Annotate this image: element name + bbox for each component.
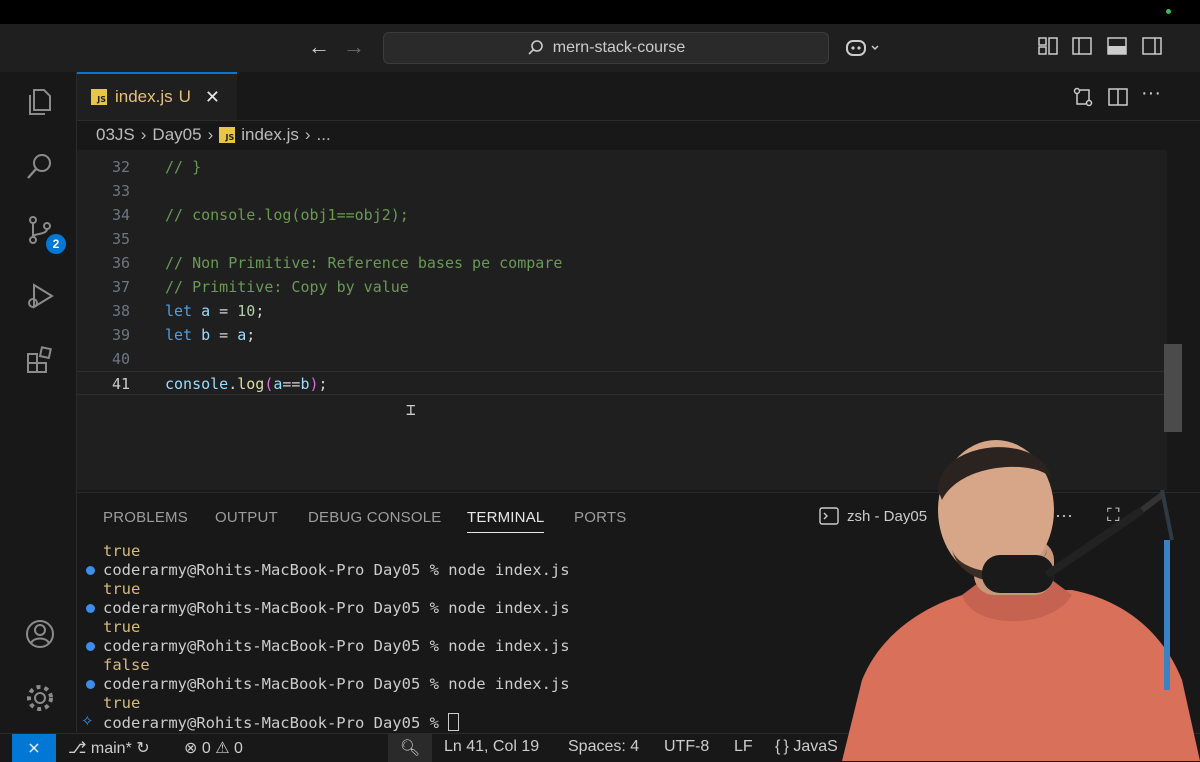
toggle-secondary-sidebar-icon[interactable]: [1141, 36, 1163, 56]
breadcrumb-symbol[interactable]: ...: [317, 125, 331, 145]
tab-ports[interactable]: PORTS: [574, 509, 626, 526]
command-decoration-dot[interactable]: [86, 604, 95, 613]
search-text: mern-stack-course: [552, 39, 686, 56]
terminal-prompt-line: coderarmy@Rohits-MacBook-Pro Day05 %: [103, 713, 460, 733]
warning-icon: ⚠: [215, 740, 230, 757]
terminal-output-line: true: [103, 694, 141, 712]
tab-status: U: [178, 87, 191, 106]
command-decoration-dot[interactable]: [86, 680, 95, 689]
terminal-command-line: coderarmy@Rohits-MacBook-Pro Day05 % nod…: [103, 637, 570, 655]
more-actions-icon[interactable]: ···: [1141, 82, 1161, 105]
terminal-icon: [819, 507, 839, 525]
command-decoration-dot[interactable]: [86, 566, 95, 575]
terminal-cursor: [448, 713, 460, 731]
activity-bar: 2: [0, 72, 77, 732]
terminal-output-line: true: [103, 580, 141, 598]
code-line: 35: [111, 230, 130, 248]
remote-icon: ⨯: [27, 740, 41, 757]
tab-problems[interactable]: PROBLEMS: [103, 509, 188, 526]
tab-index-js[interactable]: JS index.js U ✕: [77, 72, 237, 120]
recording-dot: [1166, 9, 1171, 14]
editor-tab-bar: JS index.js U ✕ ···: [77, 72, 1200, 121]
end-of-line[interactable]: LF: [734, 738, 753, 756]
arrow-left-icon[interactable]: ←: [308, 34, 330, 60]
close-icon[interactable]: ✕: [205, 87, 220, 108]
code-line: 39 let b = a;: [111, 326, 256, 344]
tab-debug-console[interactable]: DEBUG CONSOLE: [308, 509, 441, 526]
command-decoration-dot[interactable]: [86, 642, 95, 651]
breadcrumb-folder[interactable]: 03JS: [96, 125, 135, 145]
code-line: 40: [111, 350, 130, 368]
extensions-icon[interactable]: [24, 344, 56, 376]
arrow-right-icon[interactable]: →: [343, 34, 365, 60]
javascript-file-icon: JS: [219, 127, 236, 143]
terminal-command-line: coderarmy@Rohits-MacBook-Pro Day05 % nod…: [103, 599, 570, 617]
javascript-file-icon: JS: [91, 89, 107, 105]
toggle-panel-icon[interactable]: [1106, 36, 1128, 56]
branch-indicator[interactable]: ⎇ main* ↻: [68, 738, 150, 758]
title-bar: ← → mern-stack-course: [0, 24, 1200, 73]
sync-icon: ↻: [136, 740, 150, 757]
tab-label: index.js: [115, 87, 173, 106]
breadcrumb: 03JS › Day05 › JS index.js › ...: [96, 120, 331, 150]
encoding[interactable]: UTF-8: [664, 738, 709, 756]
indentation[interactable]: Spaces: 4: [568, 738, 639, 756]
customize-layout-icon[interactable]: [1037, 36, 1059, 56]
open-changes-icon[interactable]: [1072, 86, 1094, 108]
manage-gear-icon[interactable]: [24, 682, 56, 714]
breadcrumb-folder[interactable]: Day05: [152, 125, 201, 145]
search-icon[interactable]: [24, 150, 56, 182]
top-strip: [0, 0, 1200, 24]
code-line: 37// Primitive: Copy by value: [111, 278, 409, 296]
tab-terminal[interactable]: TERMINAL: [467, 509, 545, 533]
run-debug-icon[interactable]: [24, 280, 56, 312]
command-center-search[interactable]: mern-stack-course: [383, 32, 829, 64]
git-branch-icon: ⎇: [68, 740, 87, 757]
editor-scrollbar[interactable]: [1164, 344, 1182, 432]
problems-indicator[interactable]: ⊗ 0 ⚠ 0: [184, 738, 243, 758]
terminal-output-line: true: [103, 618, 141, 636]
explorer-icon[interactable]: [24, 86, 56, 118]
code-line: 33: [111, 182, 130, 200]
chevron-right-icon: ›: [304, 125, 311, 144]
terminal-output-line: true: [103, 542, 141, 560]
terminal-command-line: coderarmy@Rohits-MacBook-Pro Day05 % nod…: [103, 675, 570, 693]
split-editor-icon[interactable]: [1107, 86, 1129, 108]
braces-icon: { }: [775, 738, 789, 755]
terminal-command-line: coderarmy@Rohits-MacBook-Pro Day05 % nod…: [103, 561, 570, 579]
error-icon: ⊗: [184, 740, 198, 757]
source-control-badge: 2: [46, 234, 66, 254]
remote-indicator[interactable]: ⨯: [12, 734, 56, 762]
sparkle-icon[interactable]: ✧: [81, 712, 94, 730]
text-cursor-icon: ⌶: [406, 400, 416, 419]
code-line: 36// Non Primitive: Reference bases pe c…: [111, 254, 563, 272]
zoom-icon[interactable]: 🔍︎: [388, 734, 432, 762]
chevron-right-icon: ›: [207, 125, 214, 144]
terminal-output-line: false: [103, 656, 150, 674]
code-line: 34// console.log(obj1==obj2);: [111, 206, 409, 224]
code-line-current: 41 console.log(a==b);: [77, 371, 1165, 395]
chevron-right-icon: ›: [140, 125, 147, 144]
code-line: 32// }: [111, 158, 202, 176]
language-mode[interactable]: { } JavaS: [775, 738, 838, 756]
copilot-icon[interactable]: [844, 37, 884, 59]
tab-output[interactable]: OUTPUT: [215, 509, 278, 526]
cursor-position[interactable]: Ln 41, Col 19: [444, 738, 539, 756]
toggle-sidebar-icon[interactable]: [1071, 36, 1093, 56]
breadcrumb-file[interactable]: index.js: [241, 125, 299, 145]
presenter-webcam-overlay: [842, 440, 1200, 761]
search-icon: [528, 40, 543, 55]
code-line: 38 let a = 10;: [111, 302, 265, 320]
account-icon[interactable]: [24, 618, 56, 650]
